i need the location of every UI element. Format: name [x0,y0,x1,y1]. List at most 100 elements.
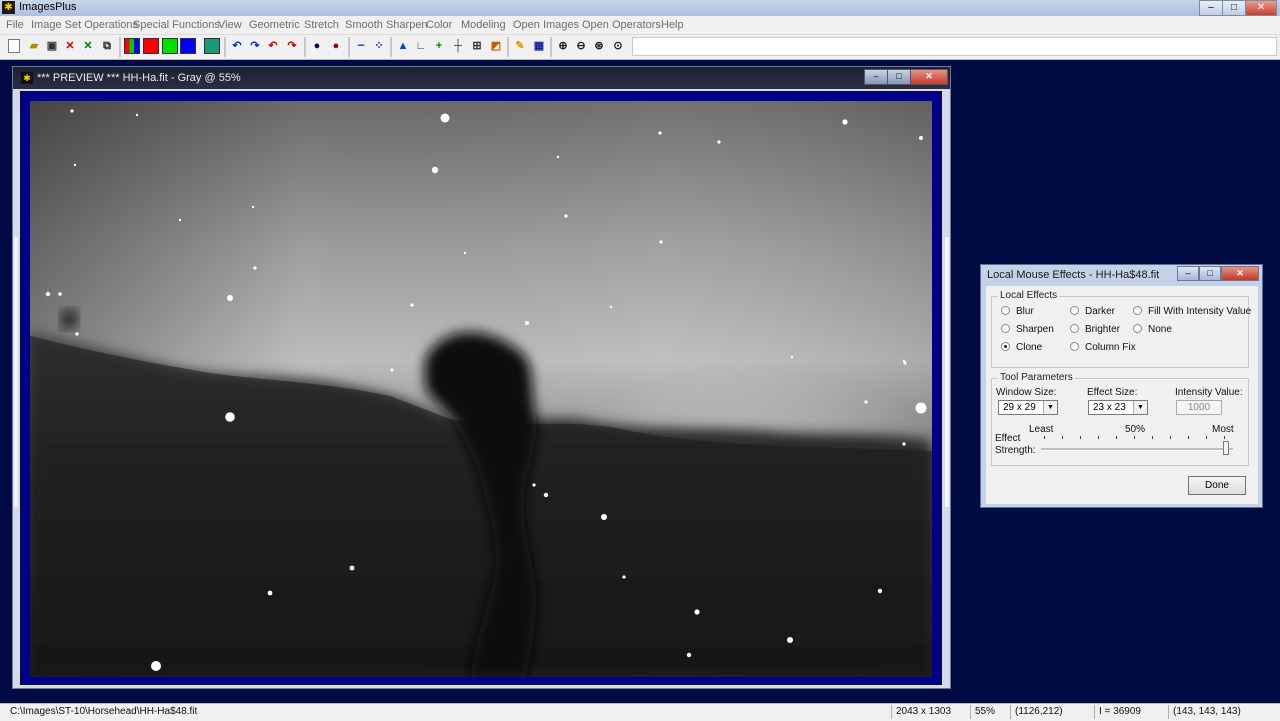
menu-color[interactable]: Color [426,19,452,31]
toolbar-separator [304,37,306,57]
check-x-icon[interactable]: ✕ [80,38,96,54]
menu-geometric[interactable]: Geometric [249,19,300,31]
maximize-button[interactable]: □ [1222,0,1246,16]
redo-icon[interactable]: ↷ [247,38,263,54]
status-bar: C:\Images\ST-10\Horsehead\HH-Ha$48.fit 2… [0,703,1280,721]
effect-label: Effect [995,433,1021,444]
grid-icon[interactable] [204,38,220,54]
window-size-select[interactable]: 29 x 29 ▼ [998,400,1058,415]
save-icon[interactable]: ▣ [44,38,60,54]
slider-mid-label: 50% [1125,424,1146,435]
intensity-value-field: 1000 [1176,400,1222,415]
radio-darker[interactable]: Darker [1070,306,1115,317]
zoom-fit-icon[interactable]: ⊛ [591,38,607,54]
dialog-maximize-button[interactable]: □ [1199,266,1221,281]
radio-none[interactable]: None [1133,324,1172,335]
green-channel-icon[interactable] [162,38,178,54]
effect-strength-slider-track[interactable] [1041,448,1233,451]
status-dimensions: 2043 x 1303 [891,705,970,719]
radio-indicator [1070,342,1079,351]
radio-brighter[interactable]: Brighter [1070,324,1120,335]
close-x-icon[interactable]: ✕ [62,38,78,54]
menu-file[interactable]: File [6,19,24,31]
toolbar-separator [550,37,552,57]
stop-icon[interactable]: ● [309,38,325,54]
effect-size-value: 23 x 23 [1093,402,1126,413]
local-effects-group: Local Effects Blur Darker Fill With Inte… [991,290,1251,368]
scatter-icon[interactable]: ⁘ [371,38,387,54]
copy-icon[interactable]: ⧉ [99,38,115,54]
open-icon[interactable]: ▰ [26,38,42,54]
menu-smooth-sharpen[interactable]: Smooth Sharpen [345,19,428,31]
menu-help[interactable]: Help [661,19,684,31]
menu-image-set-operations[interactable]: Image Set Operations [31,19,138,31]
effect-size-select[interactable]: 23 x 23 ▼ [1088,400,1148,415]
image-frame [20,91,942,685]
right-scroll-edge[interactable] [945,237,949,507]
close-button[interactable]: ✕ [1245,0,1277,16]
radio-sharpen[interactable]: Sharpen [1001,324,1054,335]
paint-icon[interactable]: ◩ [488,38,504,54]
zoom-in-icon[interactable]: ⊕ [555,38,571,54]
dialog-close-button[interactable]: ✕ [1221,266,1259,281]
zoom-out-icon[interactable]: ⊖ [573,38,589,54]
preview-window[interactable]: ✱ *** PREVIEW *** HH-Ha.fit - Gray @ 55%… [12,66,951,689]
dialog-minimize-button[interactable]: – [1177,266,1199,281]
radio-clone[interactable]: Clone [1001,342,1042,353]
toolbar-empty-area [632,37,1277,56]
effect-strength-slider-thumb[interactable] [1223,441,1229,455]
axis-icon[interactable]: ∟ [413,38,429,54]
undo-all-icon[interactable]: ↶ [265,38,281,54]
local-effects-title: Local Effects [998,290,1060,301]
radio-column-fix[interactable]: Column Fix [1070,342,1136,353]
menu-bar: File Image Set Operations Special Functi… [0,16,1280,35]
redo-all-icon[interactable]: ↷ [284,38,300,54]
slider-tick [1188,436,1189,439]
red-channel-icon[interactable] [143,38,159,54]
preview-maximize-button[interactable]: □ [887,69,911,85]
slider-least-label: Least [1029,424,1054,435]
crosshair-icon[interactable]: ┼ [450,38,466,54]
menu-modeling[interactable]: Modeling [461,19,506,31]
slider-tick [1098,436,1099,439]
dotted-line-icon[interactable]: ┄ [353,38,369,54]
histogram-icon[interactable]: ▲ [395,38,411,54]
pencil-icon[interactable]: ✎ [512,38,528,54]
window-size-value: 29 x 29 [1003,402,1036,413]
slider-tick [1044,436,1045,439]
app-logo-icon: ✱ [2,1,15,14]
menu-stretch[interactable]: Stretch [304,19,339,31]
nebula-image[interactable] [30,101,932,677]
chevron-down-icon[interactable]: ▼ [1043,401,1057,414]
radio-brighter-label: Brighter [1085,324,1121,335]
dialog-titlebar[interactable]: Local Mouse Effects - HH-Ha$48.fit – □ ✕ [981,265,1262,285]
table-icon[interactable]: ▦ [531,38,547,54]
left-scroll-edge [14,237,18,507]
menu-special-functions[interactable]: Special Functions [133,19,220,31]
toolbar-separator [119,37,121,57]
rgb-split-icon[interactable] [124,38,140,54]
radio-fill-intensity[interactable]: Fill With Intensity Value [1133,306,1251,317]
preview-titlebar[interactable]: ✱ *** PREVIEW *** HH-Ha.fit - Gray @ 55%… [13,67,950,89]
select-icon[interactable]: ⊞ [469,38,485,54]
blue-channel-icon[interactable] [180,38,196,54]
radio-blur[interactable]: Blur [1001,306,1034,317]
preview-minimize-button[interactable]: – [864,69,888,85]
done-button[interactable]: Done [1188,476,1246,495]
slider-tick [1152,436,1153,439]
minimize-button[interactable]: – [1199,0,1223,16]
strength-label: Strength: [995,445,1036,456]
menu-view[interactable]: View [218,19,242,31]
chevron-down-icon[interactable]: ▼ [1133,401,1147,414]
plus-icon[interactable]: + [431,38,447,54]
undo-icon[interactable]: ↶ [229,38,245,54]
new-icon[interactable] [8,39,20,53]
local-mouse-effects-dialog[interactable]: Local Mouse Effects - HH-Ha$48.fit – □ ✕… [980,264,1263,508]
preview-close-button[interactable]: ✕ [910,69,948,85]
preview-title: *** PREVIEW *** HH-Ha.fit - Gray @ 55% [37,72,241,84]
app-titlebar: ✱ ImagesPlus – □ ✕ [0,0,1280,16]
menu-open-images[interactable]: Open Images [513,19,579,31]
zoom-actual-icon[interactable]: ⊙ [610,38,626,54]
record-icon[interactable]: ● [328,38,344,54]
menu-open-operators[interactable]: Open Operators [582,19,661,31]
